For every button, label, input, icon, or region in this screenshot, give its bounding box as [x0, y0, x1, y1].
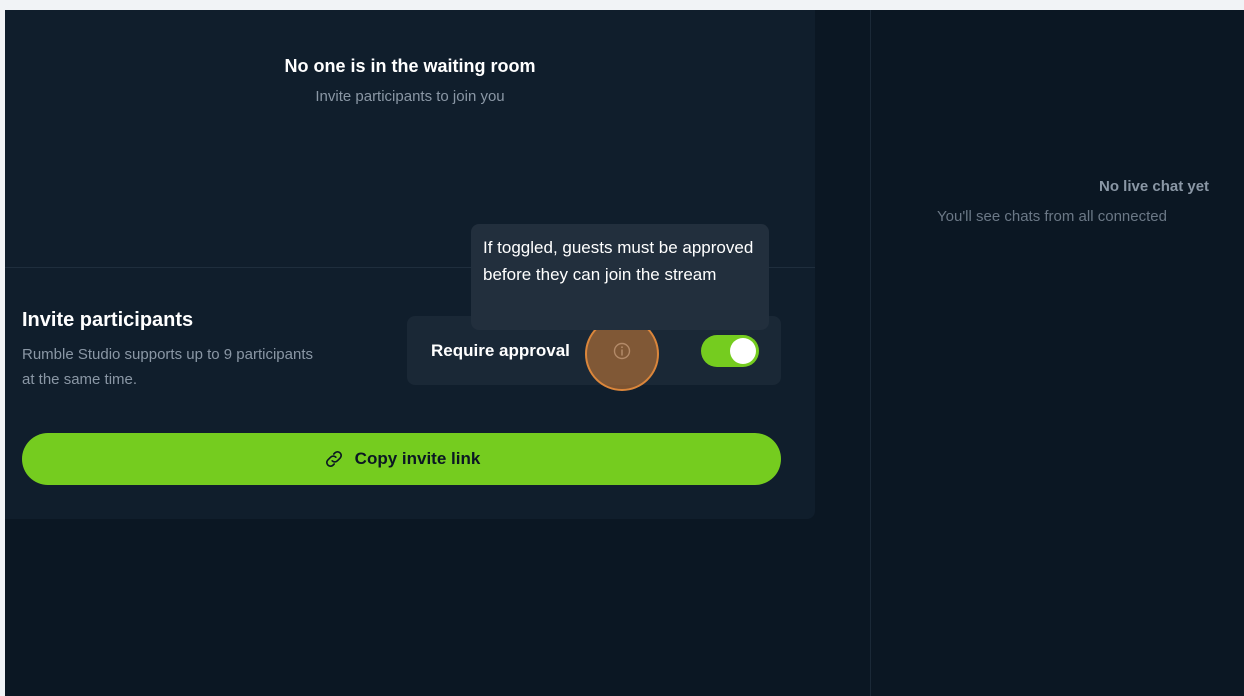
- toggle-knob: [730, 338, 756, 364]
- participants-panel: No one is in the waiting room Invite par…: [5, 10, 815, 519]
- chat-empty-subtitle: You'll see chats from all connected: [937, 208, 1167, 225]
- link-icon: [323, 448, 345, 470]
- approval-tooltip: If toggled, guests must be approved befo…: [471, 224, 769, 330]
- copy-invite-link-label: Copy invite link: [354, 449, 481, 468]
- copy-invite-link-button[interactable]: Copy invite link: [22, 433, 781, 485]
- require-approval-label: Require approval: [431, 341, 570, 360]
- panel-divider: [870, 10, 871, 696]
- waiting-room-title: No one is in the waiting room: [284, 56, 536, 76]
- invite-title: Invite participants: [22, 309, 194, 331]
- chat-empty-title: No live chat yet: [1099, 178, 1210, 195]
- require-approval-toggle[interactable]: [701, 335, 759, 367]
- invite-description: Rumble Studio supports up to 9 participa…: [22, 346, 313, 388]
- app-window: No one is in the waiting room Invite par…: [5, 10, 1244, 696]
- waiting-room-subtitle: Invite participants to join you: [315, 88, 505, 105]
